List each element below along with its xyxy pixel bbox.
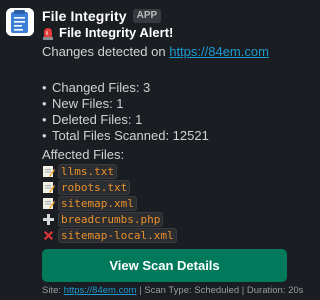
cross-mark-icon bbox=[42, 229, 55, 242]
file-name: sitemap.xml bbox=[58, 195, 137, 211]
list-item: robots.txt bbox=[42, 179, 177, 195]
changes-prefix: Changes detected on bbox=[42, 44, 170, 59]
message-footer: Site: https://84em.com | Scan Type: Sche… bbox=[42, 285, 303, 296]
app-name[interactable]: File Integrity bbox=[42, 8, 127, 24]
footer-site-link[interactable]: https://84em.com bbox=[64, 285, 137, 296]
list-item: sitemap.xml bbox=[42, 195, 177, 211]
clipboard-document-icon[interactable] bbox=[6, 8, 34, 36]
file-name: llms.txt bbox=[58, 163, 117, 179]
changes-detected-line: Changes detected on https://84em.com bbox=[42, 44, 269, 59]
memo-icon bbox=[42, 181, 55, 194]
app-badge: APP bbox=[132, 9, 162, 23]
footer-scan-info: | Scan Type: Scheduled | Duration: 20s bbox=[136, 285, 304, 296]
list-item: sitemap-local.xml bbox=[42, 227, 177, 243]
list-item: • New Files: 1 bbox=[42, 96, 124, 111]
file-name: robots.txt bbox=[58, 179, 131, 195]
list-item: breadcrumbs.php bbox=[42, 211, 177, 227]
slack-message: File Integrity APP File Integrity Alert!… bbox=[0, 0, 303, 300]
stats-list: • Changed Files: 3 • New Files: 1 • Deleted… bbox=[42, 80, 209, 144]
alert-title-row: File Integrity Alert! bbox=[42, 25, 173, 40]
footer-site-prefix: Site: bbox=[42, 285, 64, 296]
plus-icon bbox=[42, 213, 55, 226]
rotating-light-icon bbox=[42, 26, 54, 40]
affected-files-list: llms.txt robots.txt sitemap.xml breadcru… bbox=[42, 163, 177, 243]
file-name: breadcrumbs.php bbox=[58, 211, 164, 227]
alert-title: File Integrity Alert! bbox=[59, 25, 174, 40]
list-item: • Deleted Files: 1 bbox=[42, 112, 143, 127]
site-link[interactable]: https://84em.com bbox=[169, 44, 269, 59]
list-item: • Total Files Scanned: 12521 bbox=[42, 128, 209, 143]
list-item: • Changed Files: 3 bbox=[42, 80, 151, 95]
memo-icon bbox=[42, 197, 55, 210]
message-header: File Integrity APP bbox=[42, 7, 162, 25]
list-item: llms.txt bbox=[42, 163, 177, 179]
memo-icon bbox=[42, 165, 55, 178]
view-scan-details-button[interactable]: View Scan Details bbox=[42, 249, 287, 282]
file-name: sitemap-local.xml bbox=[58, 227, 177, 243]
affected-files-heading: Affected Files: bbox=[42, 147, 125, 162]
